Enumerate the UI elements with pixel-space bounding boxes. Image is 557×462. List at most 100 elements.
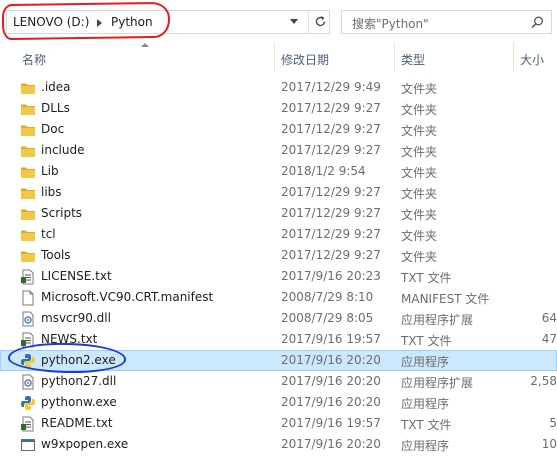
file-type: 文件夹 bbox=[401, 187, 438, 201]
file-type: 文件夹 bbox=[401, 208, 438, 222]
file-name: README.txt bbox=[41, 416, 113, 430]
file-date: 2017/9/16 20:20 bbox=[281, 395, 381, 409]
file-name: LICENSE.txt bbox=[41, 269, 112, 283]
column-header-size[interactable]: 大小 bbox=[520, 51, 544, 68]
file-type: 应用程序 bbox=[401, 439, 450, 453]
file-type: 应用程序 bbox=[401, 397, 450, 411]
folder-icon bbox=[20, 101, 36, 117]
file-name: Lib bbox=[41, 164, 59, 178]
file-type: TXT 文件 bbox=[401, 271, 452, 285]
refresh-icon bbox=[315, 16, 326, 27]
file-size: 2,58 bbox=[530, 374, 557, 388]
file-date: 2017/12/29 9:49 bbox=[281, 80, 381, 94]
file-row[interactable]: pythonw.exe 2017/9/16 20:20 应用程序 bbox=[0, 392, 557, 413]
breadcrumb-drive[interactable]: LENOVO (D:) bbox=[13, 15, 89, 29]
file-name: Tools bbox=[41, 248, 71, 262]
folder-icon bbox=[20, 185, 36, 201]
column-divider[interactable] bbox=[274, 42, 275, 72]
file-type: 应用程序扩展 bbox=[401, 376, 474, 390]
file-name: .idea bbox=[41, 80, 71, 94]
search-placeholder: 搜索"Python" bbox=[352, 17, 429, 31]
file-name: include bbox=[41, 143, 85, 157]
file-row[interactable]: libs 2017/12/29 9:27 文件夹 bbox=[0, 182, 557, 203]
file-name: w9xpopen.exe bbox=[41, 437, 129, 451]
file-name: pythonw.exe bbox=[41, 395, 117, 409]
column-divider[interactable] bbox=[394, 42, 395, 72]
file-row[interactable]: LICENSE.txt 2017/9/16 20:23 TXT 文件 bbox=[0, 266, 557, 287]
file-name: python2.exe bbox=[41, 353, 116, 367]
folder-icon bbox=[20, 248, 36, 264]
search-icon[interactable] bbox=[531, 16, 544, 29]
file-date: 2017/9/16 20:20 bbox=[281, 437, 381, 451]
file-date: 2017/12/29 9:27 bbox=[281, 227, 381, 241]
file-row[interactable]: Tools 2017/12/29 9:27 文件夹 bbox=[0, 245, 557, 266]
file-row[interactable]: NEWS.txt 2017/9/16 19:57 TXT 文件 47 bbox=[0, 329, 557, 350]
file-list: .idea 2017/12/29 9:49 文件夹 DLLs 2017/12/29 9:… bbox=[0, 77, 557, 455]
file-type: TXT 文件 bbox=[401, 418, 452, 432]
column-header-date[interactable]: 修改日期 bbox=[281, 51, 329, 68]
breadcrumb-separator-icon[interactable] bbox=[97, 19, 102, 27]
text-file-icon bbox=[20, 416, 36, 432]
file-type: TXT 文件 bbox=[401, 334, 452, 348]
file-icon bbox=[20, 290, 36, 306]
file-type: 文件夹 bbox=[401, 103, 438, 117]
column-header-name[interactable]: 名称 bbox=[22, 51, 46, 68]
text-file-icon bbox=[20, 332, 36, 348]
file-size: 5 bbox=[549, 416, 557, 430]
file-row[interactable]: Microsoft.VC90.CRT.manifest 2008/7/29 8:1… bbox=[0, 287, 557, 308]
file-row[interactable]: DLLs 2017/12/29 9:27 文件夹 bbox=[0, 98, 557, 119]
file-type: 文件夹 bbox=[401, 145, 438, 159]
exe-icon bbox=[20, 437, 36, 453]
file-name: msvcr90.dll bbox=[41, 311, 111, 325]
python-icon bbox=[20, 395, 36, 411]
folder-icon bbox=[20, 122, 36, 138]
file-date: 2017/9/16 20:20 bbox=[281, 374, 381, 388]
file-type: 文件夹 bbox=[401, 250, 438, 264]
column-header-type[interactable]: 类型 bbox=[401, 51, 425, 68]
file-size: 47 bbox=[541, 332, 557, 346]
file-name: DLLs bbox=[41, 101, 70, 115]
file-date: 2017/9/16 20:20 bbox=[281, 353, 381, 367]
file-row[interactable]: Doc 2017/12/29 9:27 文件夹 bbox=[0, 119, 557, 140]
file-name: Doc bbox=[41, 122, 65, 136]
file-type: 应用程序扩展 bbox=[401, 313, 474, 327]
file-row[interactable]: w9xpopen.exe 2017/9/16 20:20 应用程序 10 bbox=[0, 434, 557, 455]
file-date: 2017/12/29 9:27 bbox=[281, 248, 381, 262]
folder-icon bbox=[20, 143, 36, 159]
file-row[interactable]: python27.dll 2017/9/16 20:20 应用程序扩展 2,58 bbox=[0, 371, 557, 392]
breadcrumb-folder[interactable]: Python bbox=[111, 15, 153, 29]
sort-ascending-icon bbox=[141, 43, 149, 47]
file-date: 2017/12/29 9:27 bbox=[281, 143, 381, 157]
file-row[interactable]: Lib 2018/1/2 9:54 文件夹 bbox=[0, 161, 557, 182]
file-name: python27.dll bbox=[41, 374, 117, 388]
file-date: 2018/1/2 9:54 bbox=[281, 164, 366, 178]
file-row[interactable]: python2.exe 2017/9/16 20:20 应用程序 bbox=[0, 350, 557, 371]
folder-icon bbox=[20, 164, 36, 180]
chevron-down-icon[interactable] bbox=[290, 19, 298, 24]
file-type: 文件夹 bbox=[401, 124, 438, 138]
file-row[interactable]: msvcr90.dll 2008/7/29 8:05 应用程序扩展 64 bbox=[0, 308, 557, 329]
file-size: 10 bbox=[541, 437, 557, 451]
file-row[interactable]: README.txt 2017/9/16 19:57 TXT 文件 5 bbox=[0, 413, 557, 434]
python-icon bbox=[20, 353, 36, 369]
column-divider[interactable] bbox=[513, 42, 514, 72]
address-bar[interactable]: LENOVO (D:) Python bbox=[6, 10, 330, 34]
refresh-button[interactable] bbox=[308, 11, 330, 33]
file-type: 文件夹 bbox=[401, 166, 438, 180]
file-date: 2008/7/29 8:05 bbox=[281, 311, 374, 325]
file-date: 2017/9/16 19:57 bbox=[281, 416, 381, 430]
file-row[interactable]: Scripts 2017/12/29 9:27 文件夹 bbox=[0, 203, 557, 224]
file-row[interactable]: tcl 2017/12/29 9:27 文件夹 bbox=[0, 224, 557, 245]
file-name: libs bbox=[41, 185, 62, 199]
file-name: Microsoft.VC90.CRT.manifest bbox=[41, 290, 214, 304]
column-header-row: 名称 修改日期 类型 大小 bbox=[0, 40, 557, 72]
file-name: NEWS.txt bbox=[41, 332, 98, 346]
file-row[interactable]: .idea 2017/12/29 9:49 文件夹 bbox=[0, 77, 557, 98]
file-name: tcl bbox=[41, 227, 56, 241]
folder-icon bbox=[20, 227, 36, 243]
text-file-icon bbox=[20, 269, 36, 285]
file-size: 64 bbox=[541, 311, 557, 325]
folder-icon bbox=[20, 206, 36, 222]
search-input[interactable]: 搜索"Python" bbox=[341, 10, 552, 34]
file-row[interactable]: include 2017/12/29 9:27 文件夹 bbox=[0, 140, 557, 161]
